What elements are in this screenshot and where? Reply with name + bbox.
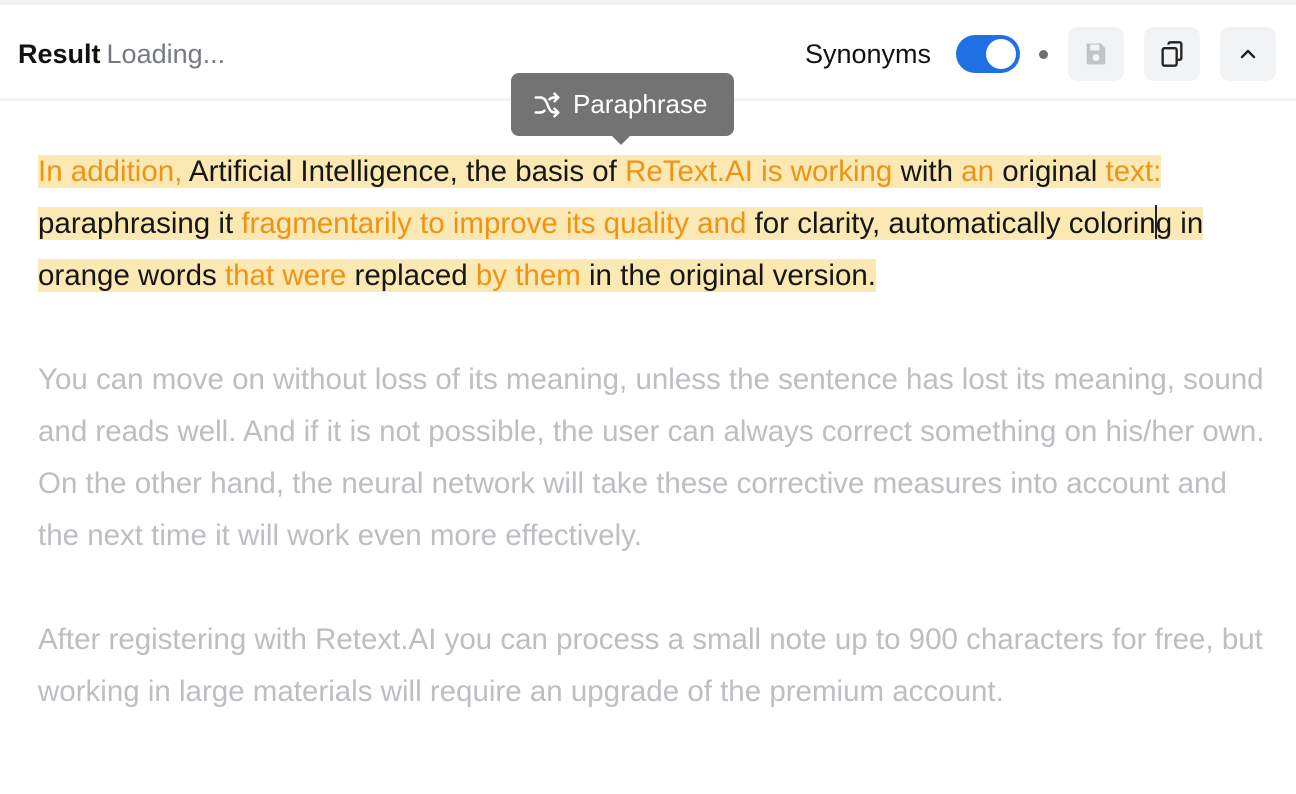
copy-icon	[1161, 41, 1183, 67]
separator-dot	[1039, 50, 1048, 59]
original-text: paraphrasing it	[38, 207, 242, 240]
shuffle-icon	[534, 92, 560, 117]
original-text: replaced	[346, 259, 476, 292]
result-text-area[interactable]: In addition, Artificial Intelligence, th…	[38, 146, 1268, 718]
result-title: Result Loading...	[18, 37, 225, 71]
loading-status: Loading...	[106, 39, 226, 69]
toggle-knob	[986, 39, 1016, 69]
copy-button[interactable]	[1144, 27, 1200, 81]
synonyms-label: Synonyms	[805, 39, 932, 69]
replaced-word[interactable]: an	[961, 155, 994, 188]
original-text: Artificial Intelligence, the basis of	[188, 155, 626, 188]
collapse-button[interactable]	[1220, 27, 1276, 81]
active-paragraph[interactable]: In addition, Artificial Intelligence, th…	[38, 146, 1268, 302]
save-button[interactable]	[1068, 27, 1124, 81]
original-text: with	[892, 155, 962, 188]
tooltip-label: Paraphrase	[573, 89, 708, 119]
replaced-word[interactable]: In addition,	[38, 155, 189, 188]
synonyms-toggle[interactable]	[956, 35, 1020, 73]
original-text: for clarity, automatically colorin	[746, 207, 1156, 240]
floppy-disk-icon	[1086, 43, 1106, 65]
result-label: Result	[18, 39, 101, 69]
pending-paragraph-3: After registering with Retext.AI you can…	[38, 623, 1263, 708]
original-text: original	[994, 155, 1106, 188]
original-text: in the original version.	[580, 259, 876, 292]
pending-paragraph-2: You can move on without loss of its mean…	[38, 363, 1265, 552]
paraphrase-tooltip[interactable]: Paraphrase	[511, 73, 734, 145]
paragraph-1-text: In addition, Artificial Intelligence, th…	[38, 155, 1203, 292]
chevron-up-icon	[1240, 49, 1256, 59]
replaced-word[interactable]: ReText.AI is working	[625, 155, 892, 188]
replaced-word[interactable]: fragmentarily to improve its quality and	[241, 207, 746, 240]
replaced-word[interactable]: text:	[1106, 155, 1162, 188]
tooltip-arrow	[611, 135, 631, 145]
paragraph-highlight: In addition, Artificial Intelligence, th…	[38, 155, 1204, 292]
replaced-word[interactable]: that were	[225, 259, 346, 292]
replaced-word[interactable]: by them	[476, 259, 581, 292]
